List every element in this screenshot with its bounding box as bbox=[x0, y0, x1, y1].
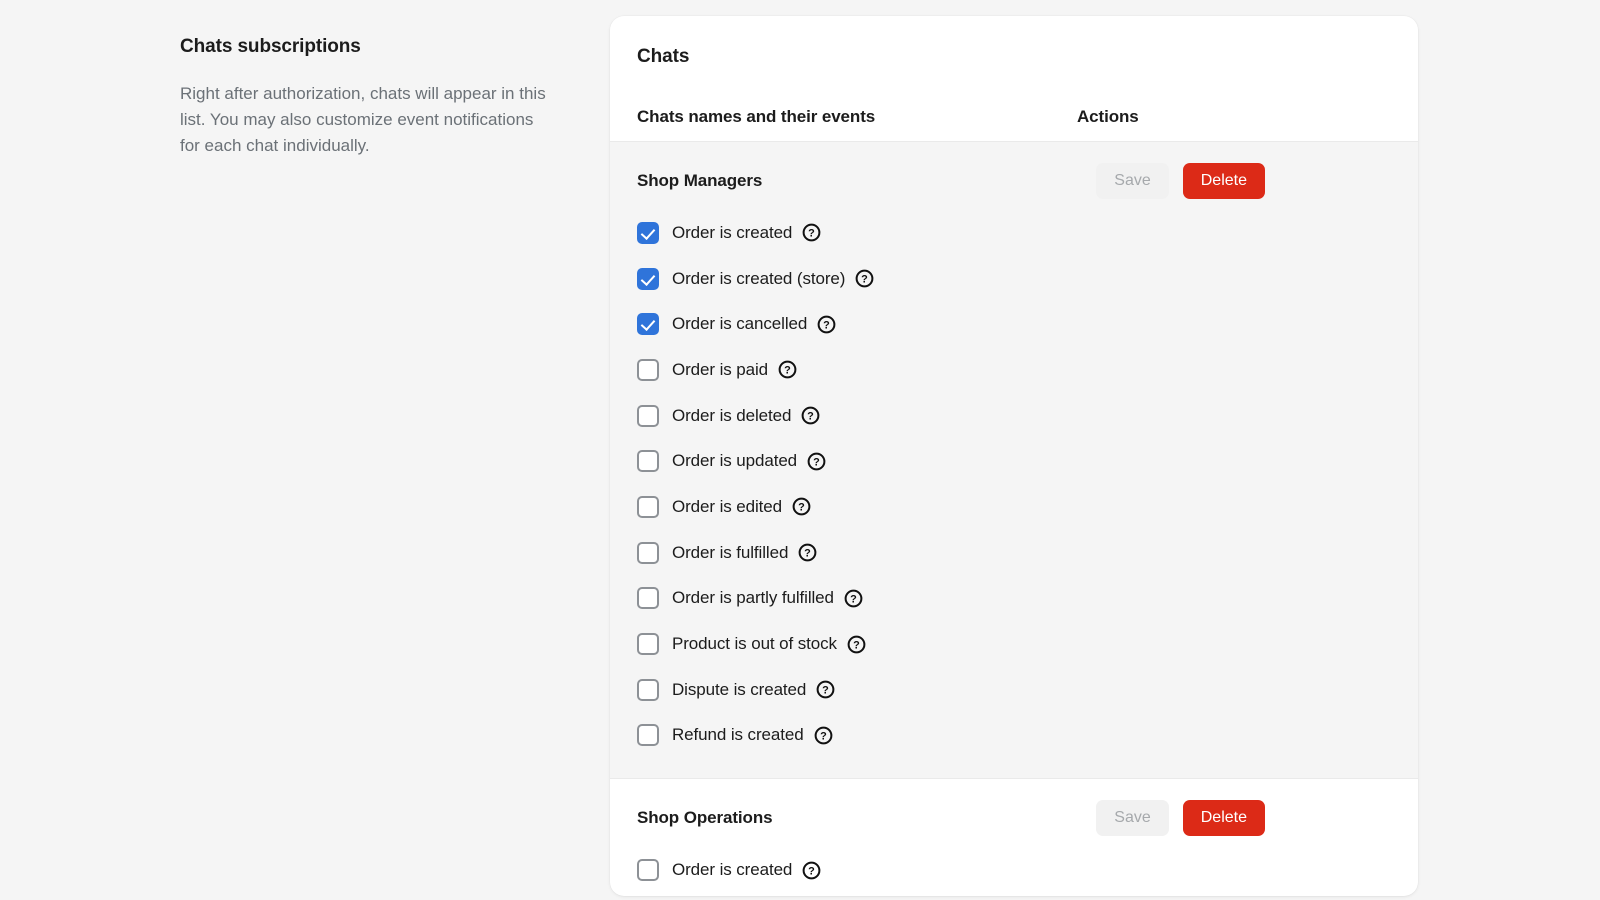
chat-group-name: Shop Operations bbox=[637, 808, 773, 828]
checkbox-unchecked-icon[interactable] bbox=[637, 404, 659, 427]
event-label: Refund is created bbox=[672, 725, 804, 745]
event-subscription-item[interactable]: Order is created? bbox=[637, 210, 1418, 256]
svg-text:?: ? bbox=[823, 319, 830, 331]
checkbox-unchecked-icon[interactable] bbox=[637, 724, 659, 747]
event-label: Order is fulfilled bbox=[672, 542, 789, 562]
svg-text:?: ? bbox=[813, 456, 820, 468]
save-button[interactable]: Save bbox=[1096, 800, 1169, 837]
chat-group-name: Shop Managers bbox=[637, 171, 763, 190]
event-label: Order is cancelled bbox=[672, 314, 808, 334]
event-subscription-item[interactable]: Order is cancelled? bbox=[637, 301, 1418, 347]
help-circle-icon[interactable]: ? bbox=[801, 406, 820, 425]
svg-text:?: ? bbox=[798, 502, 805, 514]
svg-text:?: ? bbox=[822, 685, 829, 697]
event-subscription-item[interactable]: Order is deleted? bbox=[637, 393, 1418, 439]
chat-group: Shop Operations Save Delete Order is create… bbox=[610, 779, 1418, 896]
checkbox-checked-icon[interactable] bbox=[637, 267, 659, 290]
svg-text:?: ? bbox=[853, 639, 860, 651]
delete-button[interactable]: Delete bbox=[1182, 800, 1265, 837]
svg-text:?: ? bbox=[820, 731, 827, 743]
settings-description-panel: Chats subscriptions Right after authoriz… bbox=[180, 36, 560, 160]
column-header-chat-names: Chats names and their events bbox=[637, 107, 876, 126]
event-subscription-item[interactable]: Order is created? bbox=[637, 847, 1418, 893]
checkbox-checked-icon[interactable] bbox=[637, 313, 659, 336]
card-title: Chats bbox=[637, 46, 690, 67]
svg-text:?: ? bbox=[784, 365, 791, 377]
event-subscription-item[interactable]: Order is paid? bbox=[637, 347, 1418, 393]
svg-text:?: ? bbox=[808, 411, 815, 423]
help-circle-icon[interactable]: ? bbox=[855, 269, 874, 288]
column-header-actions: Actions bbox=[1077, 107, 1139, 126]
delete-button[interactable]: Delete bbox=[1182, 163, 1265, 199]
page-root: Chats subscriptions Right after authoriz… bbox=[0, 0, 1600, 900]
help-circle-icon[interactable]: ? bbox=[802, 223, 821, 242]
event-subscription-item[interactable]: Order is partly fulfilled? bbox=[637, 576, 1418, 622]
chat-group: Shop Managers Save Delete Order is created?… bbox=[610, 142, 1418, 780]
checkbox-unchecked-icon[interactable] bbox=[637, 450, 659, 473]
event-label: Order is created bbox=[672, 860, 793, 880]
event-label: Order is partly fulfilled bbox=[672, 588, 834, 608]
event-label: Order is updated bbox=[672, 451, 798, 471]
help-circle-icon[interactable]: ? bbox=[802, 861, 821, 880]
event-subscription-list: Order is created? Order is created (store… bbox=[610, 210, 1418, 758]
table-header-row: Chats names and their events Actions bbox=[610, 68, 1418, 142]
event-label: Order is edited bbox=[672, 496, 782, 516]
chat-group-header: Shop Managers Save Delete bbox=[610, 162, 1418, 200]
svg-text:?: ? bbox=[850, 594, 857, 606]
checkbox-unchecked-icon[interactable] bbox=[637, 587, 659, 610]
help-circle-icon[interactable]: ? bbox=[847, 635, 866, 654]
checkbox-unchecked-icon[interactable] bbox=[637, 859, 659, 882]
event-subscription-item[interactable]: Product is out of stock? bbox=[637, 621, 1418, 667]
checkbox-checked-icon[interactable] bbox=[637, 221, 659, 244]
svg-text:?: ? bbox=[808, 228, 815, 240]
chat-group-header: Shop Operations Save Delete bbox=[610, 799, 1418, 837]
chat-group-actions: Save Delete bbox=[1096, 163, 1265, 199]
checkbox-unchecked-icon[interactable] bbox=[637, 541, 659, 564]
save-button[interactable]: Save bbox=[1096, 163, 1169, 199]
event-subscription-list: Order is created? bbox=[610, 847, 1418, 893]
help-circle-icon[interactable]: ? bbox=[792, 497, 811, 516]
checkbox-unchecked-icon[interactable] bbox=[637, 358, 659, 381]
chat-group-actions: Save Delete bbox=[1096, 800, 1265, 837]
svg-text:?: ? bbox=[804, 548, 811, 560]
help-circle-icon[interactable]: ? bbox=[817, 315, 836, 334]
event-label: Order is paid bbox=[672, 359, 769, 379]
checkbox-unchecked-icon[interactable] bbox=[637, 633, 659, 656]
svg-text:?: ? bbox=[808, 865, 815, 877]
help-circle-icon[interactable]: ? bbox=[807, 452, 826, 471]
chat-groups-container: Shop Managers Save Delete Order is created?… bbox=[610, 142, 1418, 896]
help-circle-icon[interactable]: ? bbox=[814, 726, 833, 745]
checkbox-unchecked-icon[interactable] bbox=[637, 495, 659, 518]
event-subscription-item[interactable]: Order is created (store)? bbox=[637, 256, 1418, 302]
event-subscription-item[interactable]: Dispute is created? bbox=[637, 667, 1418, 713]
event-label: Order is created bbox=[672, 222, 793, 242]
event-label: Product is out of stock bbox=[672, 634, 837, 654]
help-circle-icon[interactable]: ? bbox=[798, 543, 817, 562]
event-label: Order is deleted bbox=[672, 405, 792, 425]
help-circle-icon[interactable]: ? bbox=[844, 589, 863, 608]
page-description: Right after authorization, chats will ap… bbox=[180, 83, 546, 156]
checkbox-unchecked-icon[interactable] bbox=[637, 678, 659, 701]
event-subscription-item[interactable]: Order is edited? bbox=[637, 484, 1418, 530]
event-label: Order is created (store) bbox=[672, 268, 846, 288]
page-title: Chats subscriptions bbox=[180, 36, 361, 57]
svg-text:?: ? bbox=[861, 274, 868, 286]
help-circle-icon[interactable]: ? bbox=[778, 360, 797, 379]
help-circle-icon[interactable]: ? bbox=[816, 680, 835, 699]
event-subscription-item[interactable]: Refund is created? bbox=[637, 713, 1418, 759]
chats-card: Chats Chats names and their events Actio… bbox=[610, 16, 1418, 896]
event-subscription-item[interactable]: Order is updated? bbox=[637, 438, 1418, 484]
event-label: Dispute is created bbox=[672, 679, 807, 699]
event-subscription-item[interactable]: Order is fulfilled? bbox=[637, 530, 1418, 576]
